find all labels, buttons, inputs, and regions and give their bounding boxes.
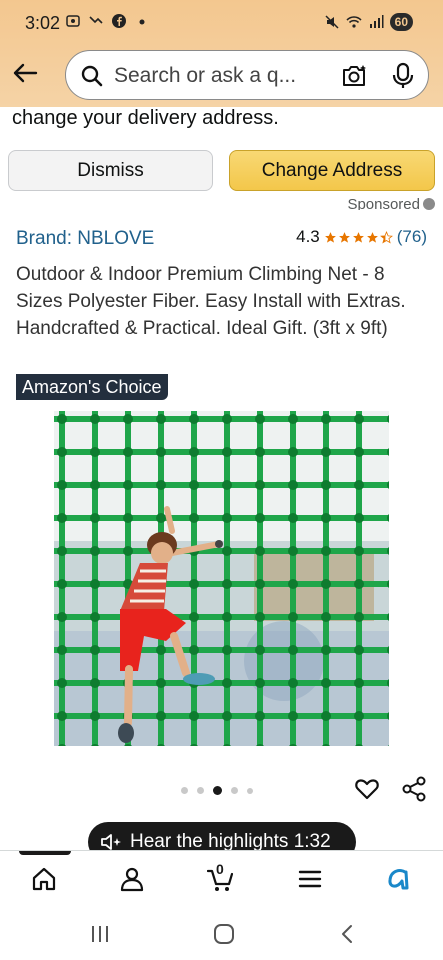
bottom-nav: 0 [0, 850, 443, 906]
star-half-icon [379, 230, 393, 244]
home-icon [32, 867, 56, 891]
screenshot-icon [66, 15, 80, 27]
climbing-net-image [54, 411, 389, 746]
missed-call-icon [89, 16, 103, 24]
carousel-dot-active[interactable] [213, 786, 222, 795]
carousel-dot[interactable] [197, 787, 204, 794]
wifi-icon [346, 16, 362, 28]
star-full-icon [366, 231, 378, 243]
star-rating-icon [324, 230, 393, 244]
search-icon [81, 65, 103, 87]
star-full-icon [352, 231, 364, 243]
dismiss-button[interactable]: Dismiss [8, 150, 213, 191]
camera-lens-icon[interactable] [340, 62, 368, 90]
recent-apps-icon[interactable] [88, 923, 112, 945]
search-bar[interactable] [65, 50, 429, 100]
audio-sparkle-icon [101, 834, 121, 850]
search-input[interactable] [114, 63, 329, 89]
nav-home[interactable] [24, 861, 64, 897]
notification-dot-icon [139, 19, 145, 25]
nav-cart[interactable]: 0 [200, 861, 240, 897]
sponsored-label[interactable]: Sponsored [347, 196, 435, 210]
carousel-dot[interactable] [247, 787, 253, 794]
microphone-icon[interactable] [390, 62, 416, 90]
brand-link[interactable]: Brand: NBLOVE [16, 228, 154, 250]
system-nav-bar [0, 906, 443, 960]
star-full-icon [338, 231, 350, 243]
battery-indicator: 60 [389, 13, 413, 31]
header: 3:02 60 [0, 0, 443, 107]
amazons-choice-badge: Amazon's Choice [16, 374, 168, 400]
back-arrow-icon[interactable] [10, 58, 40, 88]
product-title[interactable]: Outdoor & Indoor Premium Climbing Net - … [16, 261, 426, 342]
status-bar: 3:02 60 [0, 0, 443, 46]
rating-value: 4.3 [296, 227, 320, 246]
info-icon [423, 198, 435, 210]
rating-summary[interactable]: 4.3 (76) [296, 227, 427, 247]
image-carousel-dots[interactable] [181, 786, 253, 795]
carousel-dot[interactable] [181, 787, 188, 794]
change-address-button[interactable]: Change Address [229, 150, 435, 191]
nav-menu[interactable] [290, 861, 330, 897]
nav-account[interactable] [112, 861, 152, 897]
review-count: (76) [396, 227, 427, 246]
mute-icon [325, 15, 339, 29]
product-image[interactable] [54, 411, 389, 746]
active-tab-indicator [19, 851, 71, 855]
nav-rufus[interactable] [378, 861, 418, 897]
app-screen: 3:02 60 change your delivery address. Di… [0, 0, 443, 960]
system-back-icon[interactable] [336, 923, 360, 945]
delivery-address-notice: change your delivery address. [12, 107, 279, 129]
signal-icon [369, 15, 384, 28]
status-time: 3:02 [25, 13, 61, 33]
facebook-icon [112, 14, 126, 28]
home-button-icon[interactable] [212, 923, 236, 945]
sponsored-text: Sponsored [347, 196, 420, 210]
cart-count: 0 [216, 861, 224, 877]
star-full-icon [324, 231, 336, 243]
heart-icon[interactable] [354, 776, 380, 802]
share-icon[interactable] [401, 776, 427, 802]
carousel-dot[interactable] [231, 787, 238, 794]
rufus-icon [388, 869, 409, 890]
account-icon [120, 867, 144, 892]
menu-icon [298, 870, 322, 888]
